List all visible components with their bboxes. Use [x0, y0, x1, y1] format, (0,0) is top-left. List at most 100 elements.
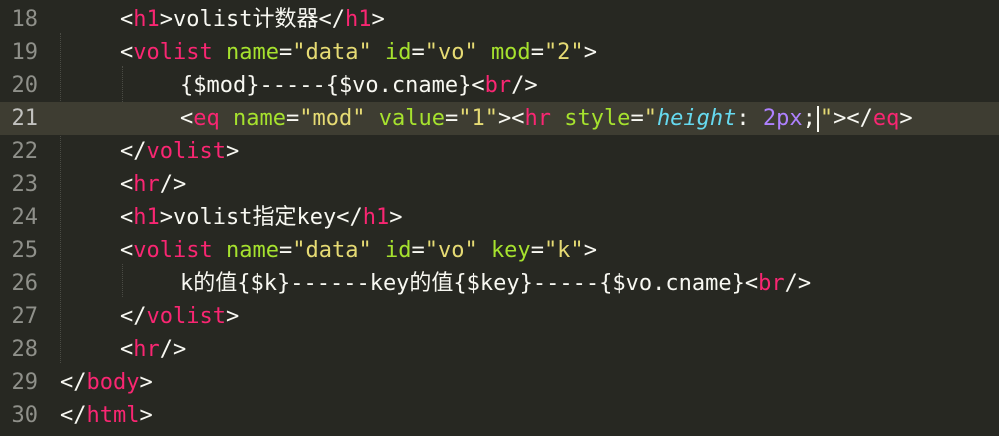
code-token: /> [784, 271, 812, 296]
code-token: > [139, 403, 153, 428]
text-cursor [816, 106, 819, 132]
code-token: id [384, 40, 412, 65]
code-text: <hr/> [120, 168, 186, 201]
code-token: " [819, 106, 834, 131]
code-token: volist [133, 238, 213, 263]
code-token: > [139, 370, 153, 395]
code-line[interactable]: 21 <eq name="mod" value="1"><hr style="he… [0, 102, 999, 135]
code-token: < [744, 271, 759, 296]
line-number: 30 [11, 403, 39, 428]
code-line[interactable]: 20 {$mod}-----{$vo.cname}<br/> [0, 69, 999, 102]
code-token: = [278, 238, 293, 263]
code-token: </ [120, 139, 147, 164]
code-token: > [225, 139, 240, 164]
line-number: 27 [11, 304, 39, 329]
code-token: h1 [362, 205, 390, 230]
code-token: h1 [133, 205, 160, 230]
code-token: style [564, 106, 631, 131]
code-token: volist [146, 139, 226, 164]
code-token: < [180, 106, 194, 131]
code-token: "mod" [299, 106, 366, 131]
code-token: h1 [133, 7, 160, 32]
code-token: /> [159, 337, 187, 362]
code-editor[interactable]: 18 <h1>volist计数器</h1> 19 <volist name="data… [0, 0, 999, 436]
code-token: < [120, 7, 134, 32]
code-text: </volist> [120, 135, 239, 168]
code-token: height [656, 106, 737, 131]
code-token: < [120, 238, 134, 263]
code-token: = [285, 106, 300, 131]
code-token: key [490, 238, 531, 263]
code-text: </body> [60, 366, 153, 399]
line-number: 23 [11, 172, 39, 197]
code-token: hr [133, 172, 160, 197]
code-token: volist计数器 [173, 7, 319, 32]
code-token: mod [490, 40, 531, 65]
code-token: > [583, 238, 597, 263]
code-token: > [159, 205, 173, 230]
code-token: body [86, 370, 140, 395]
code-token: > [389, 205, 403, 230]
code-token: 2px [762, 106, 803, 131]
code-token: volist [133, 40, 213, 65]
code-token: "data" [292, 238, 372, 263]
code-text: <h1>volist指定key</h1> [120, 201, 402, 234]
line-number: 28 [11, 337, 39, 362]
code-line[interactable]: 26 k的值{$k}------key的值{$key}-----{$vo.cnam… [0, 267, 999, 300]
code-token: = [278, 40, 293, 65]
code-token: "vo" [424, 40, 478, 65]
code-line[interactable]: 27 </volist> [0, 300, 999, 333]
code-token: = [411, 238, 425, 263]
code-text: <volist name="data" id="vo" key="k"> [120, 234, 597, 267]
code-token: </ [60, 370, 87, 395]
line-number: 29 [11, 370, 39, 395]
code-line[interactable]: 24 <h1>volist指定key</h1> [0, 201, 999, 234]
code-text: <h1>volist计数器</h1> [120, 3, 385, 36]
code-token: </ [60, 403, 87, 428]
code-line[interactable]: 25 <volist name="data" id="vo" key="k"> [0, 234, 999, 267]
code-text: <hr/> [120, 333, 186, 366]
code-text: <eq name="mod" value="1"><hr style="heig… [180, 102, 913, 135]
code-token: < [120, 205, 134, 230]
code-token: br [484, 73, 512, 98]
code-token: "1" [458, 106, 498, 131]
code-line[interactable]: 18 <h1>volist计数器</h1> [0, 3, 999, 36]
code-token: > [159, 7, 173, 32]
code-token: < [120, 172, 134, 197]
code-text: </html> [60, 399, 153, 432]
code-line[interactable]: 19 <volist name="data" id="vo" mod="2"> [0, 36, 999, 69]
code-text: <volist name="data" id="vo" mod="2"> [120, 36, 597, 69]
code-token: hr [133, 337, 160, 362]
code-token: eq [193, 106, 220, 131]
line-number: 24 [11, 205, 39, 230]
code-token: k的值{$k}------key的值{$key}-----{$vo.cname} [180, 271, 745, 296]
code-line[interactable]: 23 <hr/> [0, 168, 999, 201]
code-line[interactable]: 22 </volist> [0, 135, 999, 168]
code-token: name [225, 40, 279, 65]
line-number: 26 [11, 271, 39, 296]
code-token: br [758, 271, 785, 296]
code-token: /> [511, 73, 538, 98]
code-token: volist [146, 304, 226, 329]
code-line[interactable]: 29 </body> [0, 366, 999, 399]
code-token: < [120, 40, 134, 65]
code-line[interactable]: 30 </html> [0, 399, 999, 432]
line-number: 18 [11, 7, 39, 32]
code-token: > [225, 304, 240, 329]
code-token: </ [120, 304, 147, 329]
code-token: html [86, 403, 140, 428]
code-token: "data" [292, 40, 372, 65]
line-number: 22 [11, 139, 39, 164]
code-token: > [371, 7, 385, 32]
code-line[interactable]: 28 <hr/> [0, 333, 999, 366]
code-token: = [444, 106, 459, 131]
code-token: eq [872, 106, 900, 131]
code-token: > [583, 40, 597, 65]
